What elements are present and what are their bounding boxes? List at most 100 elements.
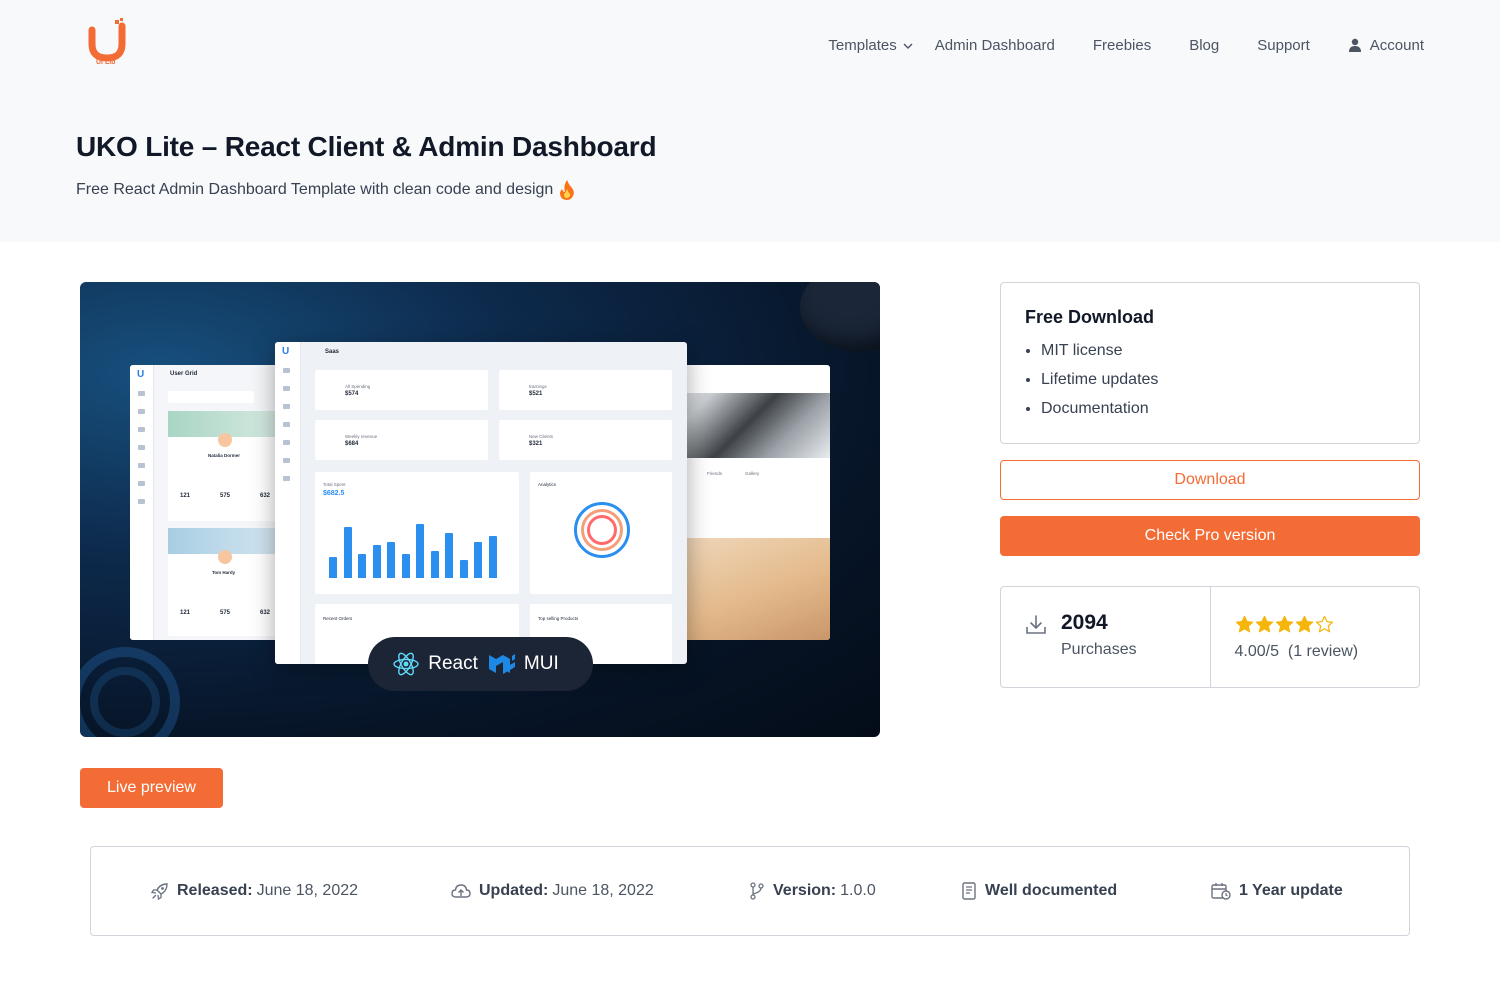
released-label: Released:	[177, 882, 253, 899]
nav-blog[interactable]: Blog	[1189, 37, 1219, 54]
meta-updated: Updated: June 18, 2022	[451, 882, 654, 900]
nav-support[interactable]: Support	[1257, 37, 1310, 54]
documented-label: Well documented	[985, 882, 1118, 899]
star-empty-icon	[1315, 615, 1335, 635]
subtitle-text: Free React Admin Dashboard Template with…	[76, 181, 554, 198]
download-icon	[1026, 615, 1046, 634]
version-value: 1.0.0	[840, 882, 876, 899]
purchases-count: 2094	[1061, 611, 1108, 634]
star-filled-icon	[1235, 615, 1255, 635]
main-nav: Templates Admin Dashboard Freebies Blog …	[828, 34, 1424, 56]
fire-icon	[560, 180, 575, 200]
mini-bar	[372, 545, 381, 578]
page-subtitle: Free React Admin Dashboard Template with…	[76, 180, 575, 200]
nav-freebies[interactable]: Freebies	[1093, 37, 1151, 54]
purchases-label: Purchases	[1061, 641, 1137, 658]
feature-item: Documentation	[1041, 394, 1395, 423]
nav-account-label: Account	[1369, 36, 1424, 54]
preview-saas-screen: U Saas All Spending $574 Earnings $521 W…	[275, 342, 687, 664]
mini-stat-5: 575	[220, 610, 231, 616]
git-branch-icon	[750, 882, 764, 900]
year-update-label: 1 Year update	[1239, 882, 1343, 899]
tech-stack-badge: React MUI	[368, 637, 593, 691]
nav-account[interactable]: Account	[1348, 37, 1424, 54]
meta-documented: Well documented	[961, 882, 1121, 900]
nav-templates[interactable]: Templates	[828, 36, 913, 54]
mini-card-label: New Clients	[529, 434, 554, 439]
cloud-upload-icon	[451, 884, 471, 898]
rating-stat: 4.00/5 (1 review)	[1209, 587, 1420, 687]
meta-version: Version: 1.0.0	[749, 882, 876, 900]
mini-sidebar: U	[130, 365, 154, 640]
mini-total-spent-card: Total Spent $682.5	[315, 472, 519, 594]
feature-item: MIT license	[1041, 336, 1395, 365]
mini-analytics-label: Analytics	[538, 482, 557, 487]
mini-bar-chart	[329, 518, 509, 578]
mui-icon	[488, 654, 515, 674]
user-icon	[1348, 38, 1361, 52]
decor-swirl-inner	[90, 667, 160, 737]
star-filled-icon	[1275, 615, 1295, 635]
chevron-down-icon	[903, 43, 913, 49]
meta-year-update: 1 Year update	[1211, 882, 1347, 900]
free-download-title: Free Download	[1025, 307, 1155, 327]
mini-card-label: Weekly revenue	[345, 434, 378, 439]
download-button[interactable]: Download	[1000, 460, 1420, 500]
mini-bar	[430, 551, 439, 578]
react-icon	[393, 652, 419, 676]
updated-label: Updated:	[479, 882, 549, 899]
mini-recent-orders-label: Recent Orders	[323, 616, 353, 621]
mini-card-weekly: Weekly revenue $684	[315, 420, 488, 460]
mini-card-value: $684	[345, 441, 359, 447]
updated-value: June 18, 2022	[552, 882, 654, 899]
stats-box: 2094 Purchases 4.00/5 (1 review)	[1000, 586, 1420, 688]
mini-search	[168, 391, 254, 403]
mini-main-sidebar: U	[275, 342, 301, 664]
calendar-clock-icon	[1211, 883, 1231, 900]
tech-react-label: React	[428, 653, 478, 674]
hero-section: UI Lib Templates Admin Dashboard Freebie…	[0, 0, 1500, 242]
nav-admin-dashboard[interactable]: Admin Dashboard	[935, 37, 1055, 54]
feature-item: Lifetime updates	[1041, 365, 1395, 394]
mini-card-clients: New Clients $321	[499, 420, 672, 460]
mini-card-value: $574	[345, 391, 359, 397]
mini-tab-friends: Friends	[707, 471, 723, 476]
feature-list: MIT license Lifetime updates Documentati…	[1025, 336, 1395, 423]
nav-templates-label: Templates	[828, 36, 897, 54]
mini-analytics-card: Analytics	[530, 472, 672, 594]
tech-mui-label: MUI	[523, 653, 559, 674]
mini-bar	[459, 560, 468, 578]
mini-card-label: All Spending	[345, 384, 371, 389]
mini-stat-2: 575	[220, 493, 231, 499]
mini-top-selling-label: Top selling Products	[538, 616, 579, 621]
rocket-icon	[151, 883, 168, 900]
mini-user-grid-title: User Grid	[170, 371, 198, 377]
mini-bar	[488, 536, 497, 578]
mini-bar	[445, 533, 453, 578]
logo-text: UI Lib	[96, 59, 116, 66]
mini-bar	[474, 542, 482, 578]
decor-blob	[800, 282, 880, 352]
mini-bar	[416, 524, 424, 578]
mini-bar	[401, 554, 410, 578]
purchases-stat: 2094 Purchases	[1001, 587, 1210, 687]
mini-card-value: $321	[529, 441, 543, 447]
mini-name-1: Natalia Dormer	[208, 453, 241, 458]
mini-stat-4: 121	[180, 610, 191, 616]
check-pro-button[interactable]: Check Pro version	[1000, 516, 1420, 556]
star-filled-icon	[1295, 615, 1315, 635]
mini-saas-title: Saas	[325, 349, 340, 355]
mini-total-value: $682.5	[323, 490, 345, 497]
mini-card-earnings: Earnings $521	[499, 370, 672, 410]
star-filled-icon	[1255, 615, 1275, 635]
live-preview-button[interactable]: Live preview	[80, 768, 223, 808]
mini-bar	[358, 554, 366, 578]
mini-bar	[329, 557, 337, 578]
mini-card-label: Earnings	[529, 384, 547, 389]
released-value: June 18, 2022	[256, 882, 359, 899]
mini-stat-6: 632	[260, 610, 271, 616]
free-download-box: Free Download MIT license Lifetime updat…	[1000, 282, 1420, 444]
mini-stat-3: 632	[260, 493, 271, 499]
mini-total-label: Total Spent	[323, 482, 346, 487]
mini-donut-inner	[587, 515, 617, 545]
